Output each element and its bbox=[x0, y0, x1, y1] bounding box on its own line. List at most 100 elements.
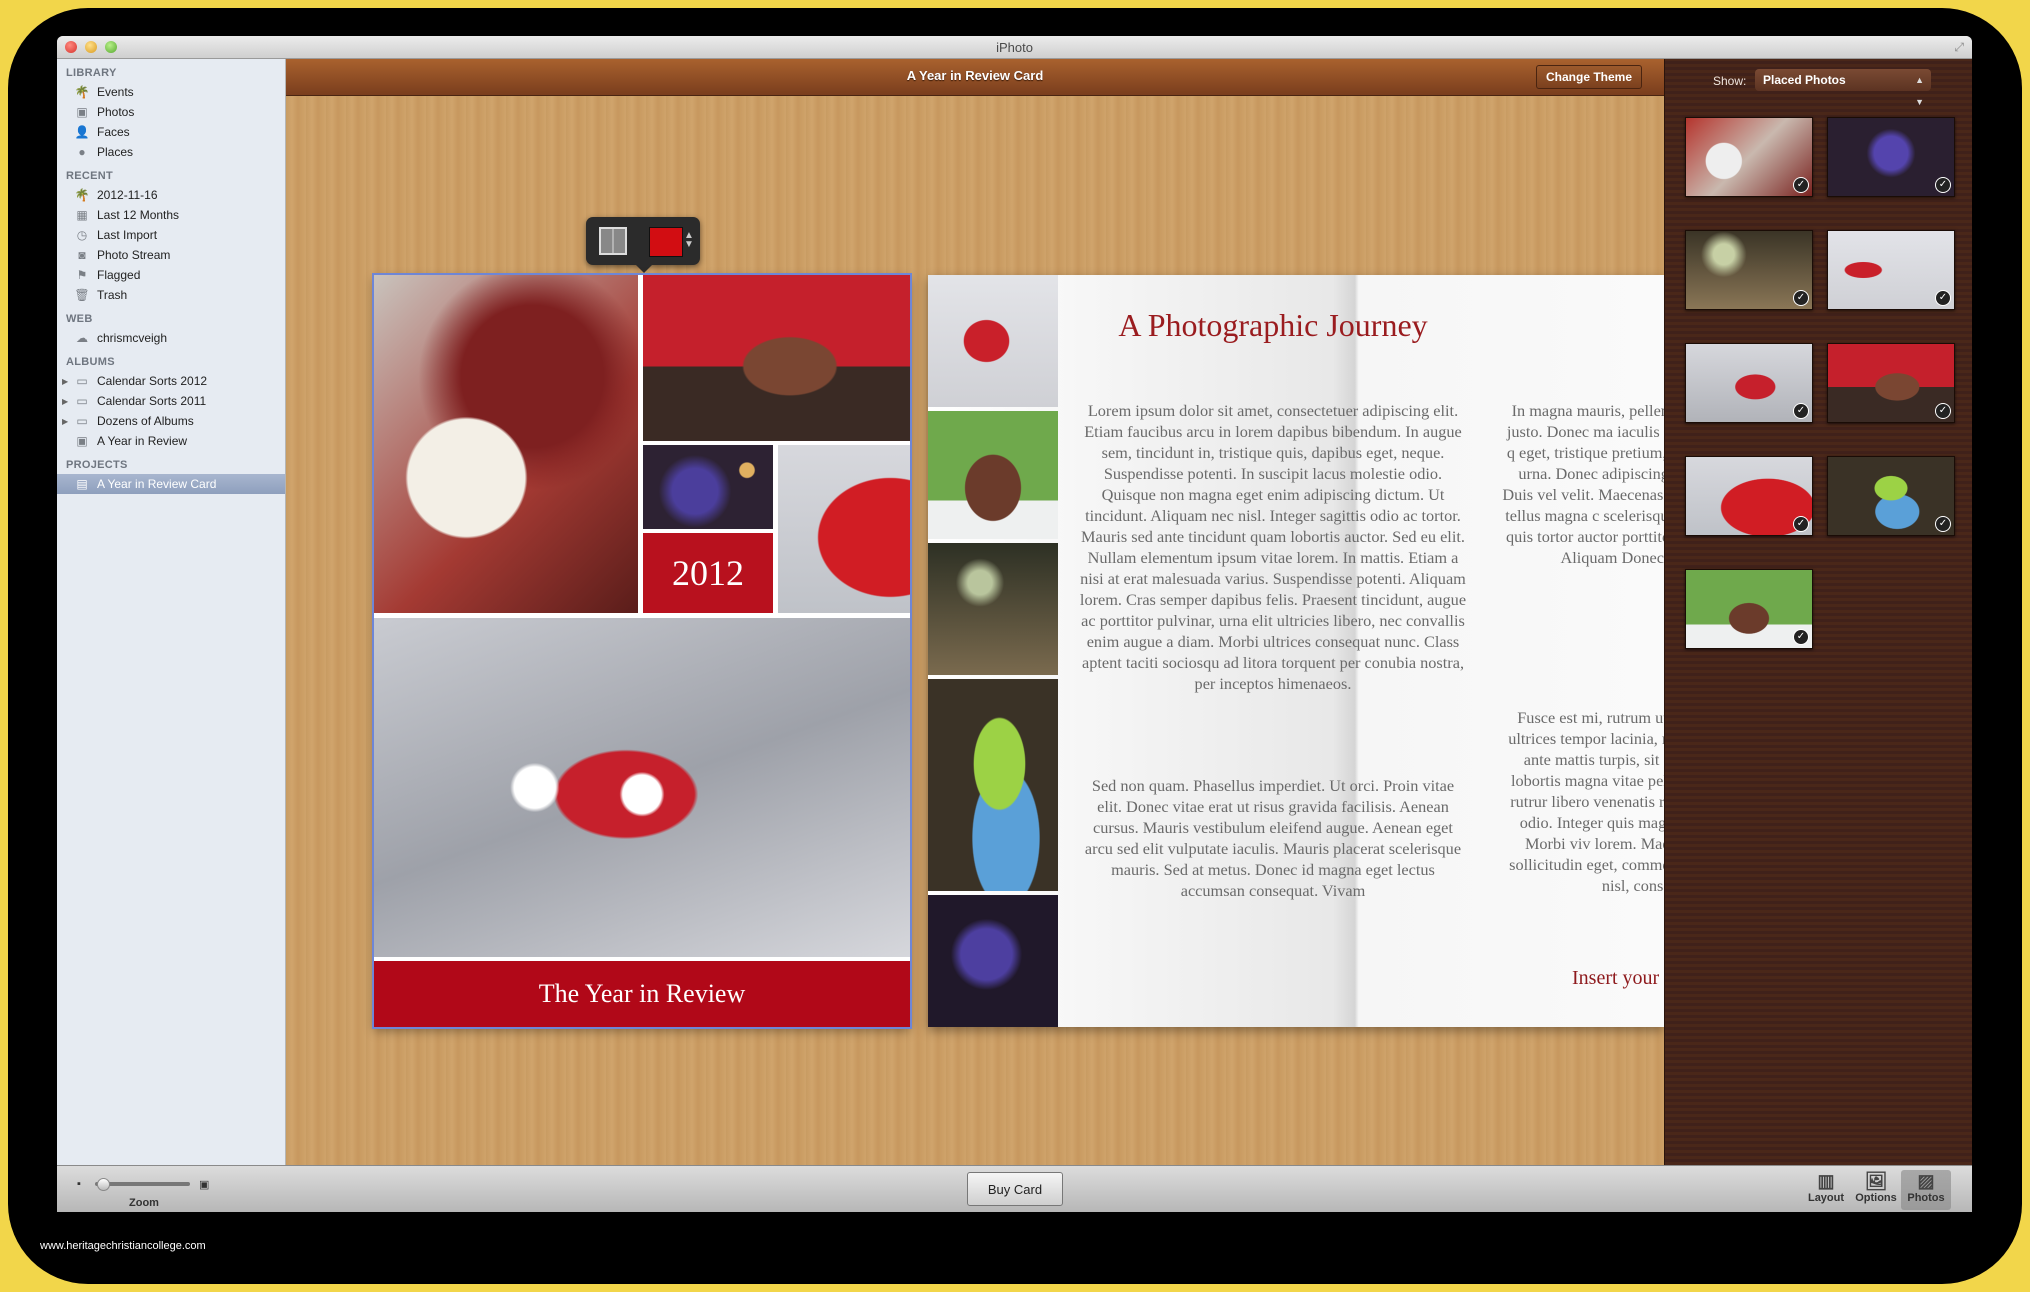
card-layout-popover: ▲ ▼ bbox=[586, 217, 700, 273]
project-title: A Year in Review Card bbox=[906, 68, 1044, 83]
placed-check-icon: ✓ bbox=[1793, 516, 1809, 532]
source-list: LIBRARY 🌴 Events ▣ Photos 👤 Faces ● Places R… bbox=[57, 59, 286, 1165]
placed-check-icon: ✓ bbox=[1793, 177, 1809, 193]
sidebar-item-2012-11-16[interactable]: 🌴 2012-11-16 bbox=[57, 185, 285, 205]
cover-photo-ornament[interactable] bbox=[374, 618, 910, 957]
cover-photo-turkey[interactable] bbox=[643, 275, 910, 441]
show-filter-select[interactable]: Placed Photos ▲ ▼ bbox=[1755, 69, 1931, 107]
sidebar-item-calendar-sorts-2012[interactable]: ▶ ▭ Calendar Sorts 2012 bbox=[57, 371, 285, 391]
change-theme-button[interactable]: Change Theme bbox=[1535, 65, 1642, 89]
project-header: A Year in Review Card Change Theme bbox=[286, 59, 1664, 96]
placed-check-icon: ✓ bbox=[1793, 403, 1809, 419]
folder-icon: ▭ bbox=[76, 374, 88, 388]
section-projects: PROJECTS bbox=[66, 459, 128, 471]
sidebar-item-photos[interactable]: ▣ Photos bbox=[57, 102, 285, 122]
cover-photo-bow[interactable] bbox=[643, 445, 773, 529]
disclosure-triangle-icon[interactable]: ▶ bbox=[62, 417, 68, 426]
photo-frame-icon: ▣ bbox=[76, 105, 88, 119]
photos-icon: ▨ bbox=[1917, 1171, 1935, 1191]
sidebar-item-photo-stream[interactable]: ◙ Photo Stream bbox=[57, 245, 285, 265]
zoom-label: Zoom bbox=[129, 1197, 159, 1209]
sidebar-item-trash[interactable]: 🗑 Trash bbox=[57, 285, 285, 305]
person-icon: 👤 bbox=[74, 125, 90, 139]
inside-photo-4[interactable] bbox=[928, 679, 1058, 891]
layout-icon: ▥ bbox=[1817, 1171, 1835, 1191]
thumbnail-santa-ornament[interactable]: ✓ bbox=[1685, 117, 1813, 197]
title-bar: iPhoto ⤢ bbox=[57, 36, 1972, 59]
sidebar-item-a-year-in-review[interactable]: ▣ A Year in Review bbox=[57, 431, 285, 451]
inside-heading[interactable]: A Photographic Journey bbox=[1068, 307, 1478, 344]
placed-check-icon: ✓ bbox=[1935, 516, 1951, 532]
thumbnail-red-ornament-silver[interactable]: ✓ bbox=[1685, 343, 1813, 423]
sidebar-item-dozens-of-albums[interactable]: ▶ ▭ Dozens of Albums bbox=[57, 411, 285, 431]
sidebar-item-flagged[interactable]: ⚑ Flagged bbox=[57, 265, 285, 285]
placed-check-icon: ✓ bbox=[1793, 290, 1809, 306]
inside-photo-1[interactable] bbox=[928, 275, 1058, 407]
sidebar-item-calendar-sorts-2011[interactable]: ▶ ▭ Calendar Sorts 2011 bbox=[57, 391, 285, 411]
section-library: LIBRARY bbox=[66, 67, 117, 79]
inside-right-paragraph-1[interactable]: In magna mauris, pellentesqu venenatis e… bbox=[1502, 400, 1664, 568]
sidebar-item-places[interactable]: ● Places bbox=[57, 142, 285, 162]
sidebar-item-chrismcveigh[interactable]: ☁ chrismcveigh bbox=[57, 328, 285, 348]
thumbnail-purple-bow[interactable]: ✓ bbox=[1827, 117, 1955, 197]
folder-icon: ▭ bbox=[76, 394, 88, 408]
globe-icon: ● bbox=[78, 145, 86, 159]
cloud-icon: ☁ bbox=[76, 331, 88, 345]
sidebar-item-last-12-months[interactable]: ▦ Last 12 Months bbox=[57, 205, 285, 225]
flag-icon: ⚑ bbox=[76, 268, 88, 282]
project-canvas: A Year in Review Card Change Theme ▲ ▼ 20… bbox=[286, 59, 1664, 1165]
palm-tree-icon: 🌴 bbox=[74, 188, 90, 202]
inside-right-paragraph-2[interactable]: Fusce est mi, rutrum ut, tempo at, erat.… bbox=[1502, 707, 1664, 896]
options-mode-button[interactable]: 🖼 Options bbox=[1851, 1170, 1901, 1210]
thumbnail-gingerbread-house[interactable]: ✓ bbox=[1685, 569, 1813, 649]
iphoto-window: iPhoto ⤢ LIBRARY 🌴 Events ▣ Photos 👤 Faces … bbox=[57, 36, 1972, 1212]
layout-mode-button[interactable]: ▥ Layout bbox=[1801, 1170, 1851, 1210]
watermark-credit: www.heritagechristiancollege.com bbox=[40, 1240, 206, 1252]
cover-title[interactable]: The Year in Review bbox=[374, 961, 910, 1027]
photos-panel: Show: Placed Photos ▲ ▼ ✓ ✓ ✓ ✓ ✓ ✓ ✓ ✓ ✓ bbox=[1664, 59, 1972, 1165]
zoom-slider[interactable]: ▪ ▣ bbox=[77, 1178, 209, 1191]
card-cover[interactable]: 2012 The Year in Review bbox=[372, 273, 912, 1029]
select-arrows-icon: ▲ ▼ bbox=[1915, 75, 1924, 107]
inside-photo-3[interactable] bbox=[928, 543, 1058, 675]
show-label: Show: bbox=[1713, 74, 1747, 88]
inside-photo-2[interactable] bbox=[928, 411, 1058, 539]
inside-left-paragraph-1[interactable]: Lorem ipsum dolor sit amet, consectetuer… bbox=[1078, 400, 1468, 694]
placed-check-icon: ✓ bbox=[1935, 290, 1951, 306]
sidebar-item-faces[interactable]: 👤 Faces bbox=[57, 122, 285, 142]
insert-message-text[interactable]: Insert your messag bbox=[1572, 967, 1664, 990]
stepper-arrows-icon[interactable]: ▲ ▼ bbox=[684, 231, 694, 250]
inside-photo-5[interactable] bbox=[928, 895, 1058, 1027]
clock-icon: ◷ bbox=[76, 228, 88, 242]
background-color-swatch[interactable] bbox=[649, 227, 683, 257]
zoom-in-icon[interactable]: ▣ bbox=[199, 1178, 209, 1191]
thumbnail-green-ribbon[interactable]: ✓ bbox=[1685, 230, 1813, 310]
thumbnail-lego-turkey[interactable]: ✓ bbox=[1827, 343, 1955, 423]
sidebar-item-events[interactable]: 🌴 Events bbox=[57, 82, 285, 102]
section-albums: ALBUMS bbox=[66, 356, 115, 368]
palm-tree-icon: 🌴 bbox=[74, 85, 90, 99]
thumbnail-red-ornament-ribbon[interactable]: ✓ bbox=[1827, 230, 1955, 310]
disclosure-triangle-icon[interactable]: ▶ bbox=[62, 377, 68, 386]
disclosure-triangle-icon[interactable]: ▶ bbox=[62, 397, 68, 406]
page-layout-icon[interactable] bbox=[599, 227, 627, 255]
album-icon: ▣ bbox=[76, 434, 88, 448]
sidebar-item-a-year-in-review-card[interactable]: ▤ A Year in Review Card bbox=[57, 474, 285, 494]
inside-left-paragraph-2[interactable]: Sed non quam. Phasellus imperdiet. Ut or… bbox=[1078, 775, 1468, 901]
zoom-out-icon[interactable]: ▪ bbox=[77, 1178, 81, 1190]
trash-icon: 🗑 bbox=[74, 288, 90, 302]
sidebar-item-last-import[interactable]: ◷ Last Import bbox=[57, 225, 285, 245]
cover-year-text[interactable]: 2012 bbox=[643, 533, 773, 613]
section-web: WEB bbox=[66, 313, 93, 325]
buy-card-button[interactable]: Buy Card bbox=[967, 1172, 1063, 1206]
thumbnail-red-lego-closeup[interactable]: ✓ bbox=[1685, 456, 1813, 536]
zoom-knob[interactable] bbox=[97, 1178, 110, 1191]
window-title: iPhoto bbox=[996, 40, 1033, 55]
photo-stream-icon: ◙ bbox=[78, 248, 86, 262]
thumbnail-ornaments-basket[interactable]: ✓ bbox=[1827, 456, 1955, 536]
bottom-toolbar: ▪ ▣ Zoom Buy Card ▥ Layout 🖼 Options ▨ Phot… bbox=[57, 1165, 1972, 1212]
cover-photo-lego[interactable] bbox=[778, 445, 910, 613]
photos-mode-button[interactable]: ▨ Photos bbox=[1901, 1170, 1951, 1210]
cover-photo-santa[interactable] bbox=[374, 275, 638, 613]
fullscreen-icon[interactable]: ⤢ bbox=[1954, 40, 1964, 55]
